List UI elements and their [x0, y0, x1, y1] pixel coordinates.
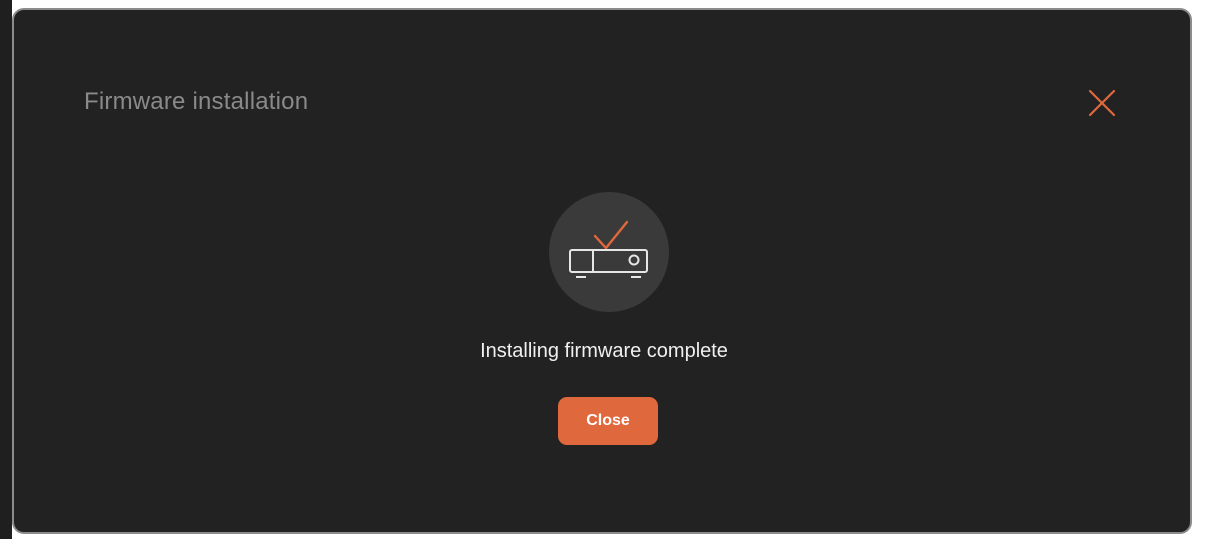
close-button[interactable]: Close [558, 397, 658, 445]
status-message: Installing firmware complete [480, 340, 728, 362]
checkmark-icon [593, 220, 629, 250]
dialog-title: Firmware installation [84, 88, 309, 115]
firmware-installation-dialog: Firmware installation Installing firmwar… [12, 8, 1192, 534]
window-edge [0, 0, 12, 539]
projector-icon [569, 249, 648, 278]
projector-check-icon [549, 192, 669, 312]
close-icon[interactable] [1085, 86, 1119, 120]
